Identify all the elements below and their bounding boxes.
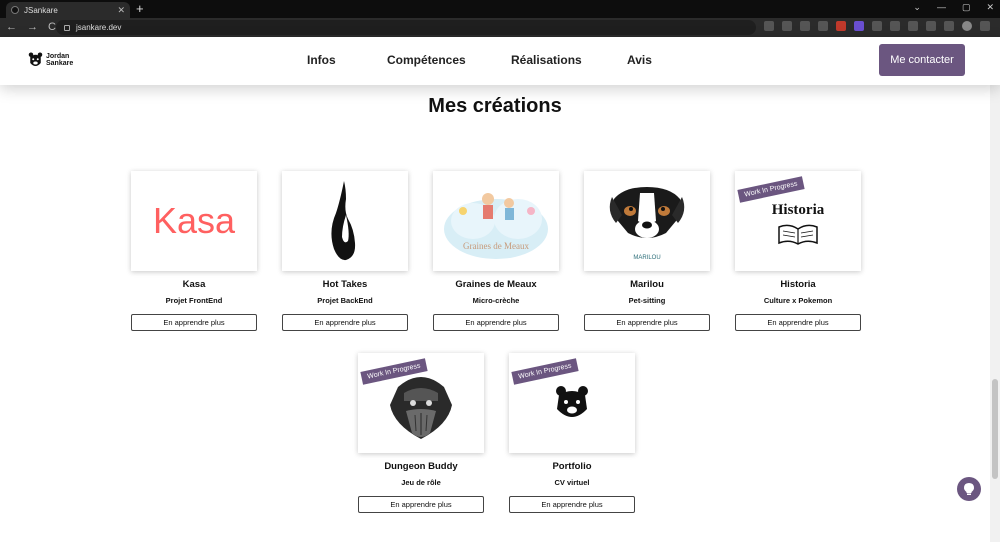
page-scrollbar[interactable]: [990, 37, 1000, 542]
scrollbar-thumb[interactable]: [992, 379, 998, 479]
project-image[interactable]: MARILOU: [584, 171, 710, 271]
extension-icon[interactable]: [818, 21, 828, 31]
section-title: Mes créations: [428, 95, 562, 117]
maximize-button[interactable]: ▢: [962, 2, 971, 13]
install-icon[interactable]: [764, 21, 774, 31]
project-subtitle: Projet BackEnd: [317, 296, 373, 305]
logo-line-2: Sankare: [46, 60, 74, 67]
url-text: jsankare.dev: [76, 23, 122, 32]
project-card-hot-takes: Hot Takes Projet BackEnd En apprendre pl…: [282, 171, 408, 331]
project-image[interactable]: [282, 171, 408, 271]
project-name: Portfolio: [552, 461, 592, 472]
nav-realisations[interactable]: Réalisations: [511, 53, 582, 67]
window-controls: ⌄ — ▢ ✕: [913, 2, 994, 13]
project-name: Dungeon Buddy: [384, 461, 458, 472]
project-subtitle: CV virtuel: [554, 478, 590, 487]
tab-title: JSankare: [24, 5, 58, 15]
site-logo[interactable]: Jordan Sankare: [28, 51, 73, 69]
project-image[interactable]: Historia Work In Progress: [735, 171, 861, 271]
extension-icon[interactable]: [908, 21, 918, 31]
browser-nav-buttons: ← → C: [6, 21, 56, 33]
project-card-historia: Historia Work In Progress Historia Cultu…: [735, 171, 861, 331]
learn-more-button[interactable]: En apprendre plus: [282, 314, 408, 331]
project-card-dungeon-buddy: Work In Progress Dungeon Buddy Jeu de rô…: [358, 353, 484, 513]
project-image[interactable]: Graines de Meaux: [433, 171, 559, 271]
logo-line-1: Jordan: [46, 53, 70, 60]
extension-icon[interactable]: [872, 21, 882, 31]
new-tab-button[interactable]: +: [136, 1, 144, 17]
extension-icon[interactable]: [890, 21, 900, 31]
project-card-portfolio: Work In Progress Portfolio CV virtuel En…: [509, 353, 635, 513]
extension-icons: [764, 21, 990, 31]
graines-logo-icon: Graines de Meaux: [444, 193, 548, 259]
puzzle-icon[interactable]: [926, 21, 936, 31]
sidebar-icon[interactable]: [944, 21, 954, 31]
site-header: Jordan Sankare Infos Compétences Réalisa…: [0, 37, 1000, 85]
share-icon[interactable]: [782, 21, 792, 31]
kasa-logo-text: Kasa: [153, 200, 236, 241]
menu-icon[interactable]: [980, 21, 990, 31]
kasa-logo-icon: Kasa: [153, 200, 236, 241]
learn-more-button[interactable]: En apprendre plus: [735, 314, 861, 331]
browser-tab-strip: JSankare ✕ + ⌄ — ▢ ✕: [0, 0, 1000, 18]
learn-more-button[interactable]: En apprendre plus: [358, 496, 484, 513]
flame-icon: [331, 181, 356, 261]
browser-toolbar: ← → C jsankare.dev: [0, 18, 1000, 37]
project-name: Hot Takes: [322, 279, 368, 290]
contact-button[interactable]: Me contacter: [879, 44, 965, 76]
marilou-logo-text: MARILOU: [633, 255, 660, 261]
learn-more-button[interactable]: En apprendre plus: [433, 314, 559, 331]
tab-favicon-icon: [11, 6, 19, 14]
tab-close-icon[interactable]: ✕: [117, 5, 125, 16]
learn-more-button[interactable]: En apprendre plus: [131, 314, 257, 331]
creations-section: Mes créations Kasa Kasa Projet FrontEnd …: [0, 85, 990, 542]
address-bar[interactable]: jsankare.dev: [56, 20, 756, 35]
project-subtitle: Culture x Pokemon: [763, 296, 833, 305]
bear-logo-icon: [28, 52, 43, 66]
profile-avatar[interactable]: [962, 21, 972, 31]
lightbulb-icon: [964, 483, 974, 495]
logo-text: Jordan Sankare: [46, 53, 73, 67]
learn-more-button[interactable]: En apprendre plus: [509, 496, 635, 513]
project-name: Historia: [780, 279, 816, 290]
reload-button[interactable]: C: [48, 21, 56, 33]
close-window-button[interactable]: ✕: [986, 2, 994, 13]
project-subtitle: Micro-crèche: [472, 296, 520, 305]
project-image[interactable]: Kasa: [131, 171, 257, 271]
nav-avis[interactable]: Avis: [627, 53, 652, 67]
project-name: Marilou: [630, 279, 664, 290]
project-card-graines-de-meaux: Graines de Meaux Graines de Meaux Micro-…: [433, 171, 559, 331]
lightbulb-button[interactable]: [957, 477, 981, 501]
adblock-icon[interactable]: [836, 21, 846, 31]
project-subtitle: Pet-sitting: [628, 296, 666, 305]
project-card-kasa: Kasa Kasa Projet FrontEnd En apprendre p…: [131, 171, 257, 331]
graines-logo-text: Graines de Meaux: [463, 241, 529, 251]
project-image[interactable]: Work In Progress: [358, 353, 484, 453]
project-name: Graines de Meaux: [455, 279, 537, 290]
back-button[interactable]: ←: [6, 21, 17, 33]
project-image[interactable]: Work In Progress: [509, 353, 635, 453]
project-name: Kasa: [182, 279, 206, 290]
historia-logo-text: Historia: [772, 202, 825, 218]
nav-competences[interactable]: Compétences: [387, 53, 466, 67]
dog-icon: MARILOU: [609, 187, 685, 261]
bookmark-star-icon[interactable]: [800, 21, 810, 31]
project-card-marilou: MARILOU Marilou Pet-sitting En apprendre…: [584, 171, 710, 331]
learn-more-button[interactable]: En apprendre plus: [584, 314, 710, 331]
project-subtitle: Projet FrontEnd: [165, 296, 223, 305]
lock-icon: [64, 24, 70, 31]
extension-badge-icon[interactable]: [854, 21, 864, 31]
project-subtitle: Jeu de rôle: [401, 478, 441, 487]
tab-search-icon[interactable]: ⌄: [913, 2, 921, 13]
browser-tab[interactable]: JSankare ✕: [6, 2, 130, 18]
forward-button[interactable]: →: [27, 21, 38, 33]
minimize-button[interactable]: —: [937, 2, 946, 13]
nav-infos[interactable]: Infos: [307, 53, 336, 67]
